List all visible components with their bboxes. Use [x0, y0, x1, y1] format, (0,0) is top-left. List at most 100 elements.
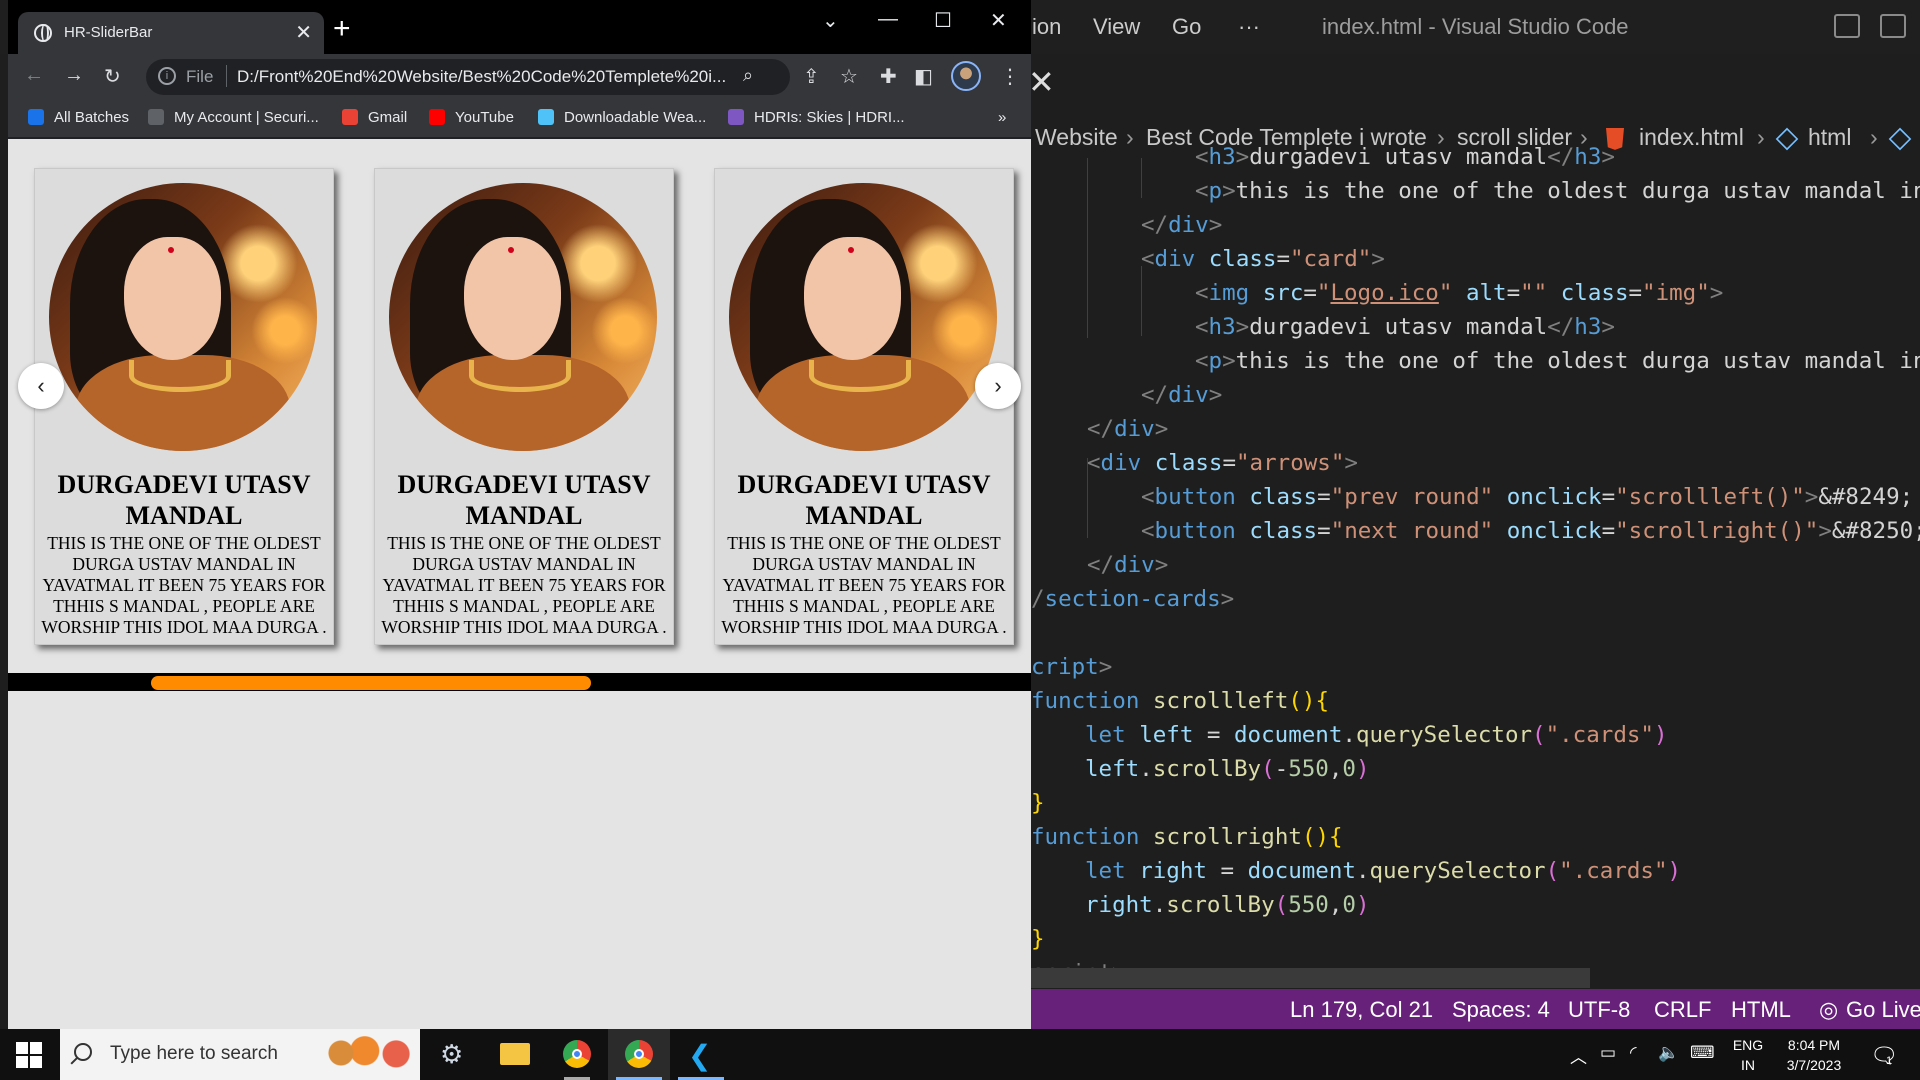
prev-button[interactable]: ‹ — [18, 363, 64, 409]
status-golive[interactable]: Go Live — [1846, 997, 1920, 1023]
url-scheme: File — [186, 67, 214, 86]
code-line: /section-cards> — [1031, 586, 1235, 612]
durga-image — [49, 183, 317, 451]
bookmark-star-icon[interactable]: ☆ — [840, 64, 858, 89]
breadcrumb-item[interactable]: index.html — [1639, 124, 1744, 151]
code-line: </div> — [1141, 382, 1223, 408]
close-tab-icon[interactable]: ✕ — [295, 20, 312, 45]
close-window-button[interactable]: ✕ — [990, 8, 1007, 33]
bookmark-label: Downloadable Wea... — [564, 109, 707, 126]
divider — [226, 65, 227, 87]
slider-scrollbar-thumb[interactable] — [151, 676, 592, 690]
wifi-icon[interactable]: ◜ — [1630, 1043, 1637, 1063]
next-button[interactable]: › — [975, 363, 1021, 409]
status-indentation[interactable]: Spaces: 4 — [1452, 997, 1550, 1023]
bookmark-item[interactable]: HDRIs: Skies | HDRI... — [728, 109, 905, 126]
status-encoding[interactable]: UTF-8 — [1568, 997, 1630, 1023]
language-code: ENG — [1732, 1037, 1764, 1053]
side-panel-icon[interactable]: ◧ — [914, 64, 933, 89]
bookmarks-overflow-icon[interactable]: » — [998, 109, 1006, 126]
code-line: <p>this is the one of the oldest durga u… — [1195, 348, 1920, 374]
file-explorer-icon[interactable] — [484, 1029, 546, 1080]
code-line: <img src="Logo.ico" alt="" class="img"> — [1195, 280, 1724, 306]
code-line: cript> — [1031, 654, 1113, 680]
volume-icon[interactable]: 🔈 — [1658, 1043, 1679, 1063]
language-indicator[interactable]: ENG IN — [1726, 1035, 1770, 1075]
region-code: IN — [1741, 1057, 1755, 1073]
toggle-panel-icon[interactable] — [1880, 14, 1906, 38]
bookmark-item[interactable]: Gmail — [342, 109, 407, 126]
notifications-icon[interactable]: 🗨 — [1870, 1043, 1898, 1069]
code-line: </div> — [1141, 212, 1223, 238]
menu-selection[interactable]: ion — [1032, 14, 1061, 40]
breadcrumb-item[interactable]: Website — [1035, 124, 1118, 151]
chevron-up-icon[interactable]: ︿ — [1570, 1043, 1587, 1068]
info-icon[interactable]: i — [158, 67, 176, 85]
forward-icon[interactable]: → — [64, 64, 84, 87]
search-highlight-image — [322, 1035, 417, 1080]
chrome-active-app-icon[interactable] — [608, 1029, 670, 1080]
back-icon[interactable]: ← — [24, 64, 44, 87]
browser-tab[interactable]: HR-SliderBar ✕ — [18, 12, 324, 54]
breadcrumb-item[interactable]: html — [1808, 124, 1851, 151]
bookmark-item[interactable]: Downloadable Wea... — [538, 109, 706, 126]
clock-time: 8:04 PM — [1787, 1037, 1841, 1053]
globe-icon — [34, 24, 52, 42]
share-icon[interactable]: ⇪ — [803, 64, 820, 89]
maximize-button[interactable]: ☐ — [934, 8, 952, 33]
code-line: function scrollright(){ — [1031, 824, 1343, 850]
extensions-icon[interactable]: ✚ — [880, 64, 897, 89]
bookmark-favicon-icon — [28, 109, 44, 125]
bookmark-item[interactable]: YouTube — [429, 109, 514, 126]
symbol-icon — [1775, 124, 1799, 151]
taskbar-search-input[interactable]: Type here to search — [60, 1029, 420, 1080]
tab-search-icon[interactable]: ⌄ — [822, 8, 839, 33]
bookmark-label: YouTube — [455, 109, 514, 126]
close-editor-icon[interactable]: ✕ — [1028, 66, 1055, 98]
code-line: let right = document.querySelector(".car… — [1085, 858, 1682, 884]
chrome-window: HR-SliderBar ✕ + ⌄ — ☐ ✕ ← → ↻ i File D:… — [8, 0, 1031, 1029]
zoom-icon[interactable]: ⌕ — [743, 65, 753, 86]
bookmark-favicon-icon — [538, 109, 554, 125]
bookmark-label: Gmail — [368, 109, 408, 126]
kebab-menu-icon[interactable]: ⋮ — [1000, 64, 1020, 89]
code-line: } — [1031, 790, 1045, 816]
toggle-sidebar-icon[interactable] — [1834, 14, 1860, 38]
status-eol[interactable]: CRLF — [1654, 997, 1711, 1023]
slider-scrollbar-track[interactable] — [8, 673, 1031, 691]
menu-more[interactable]: ··· — [1238, 14, 1260, 40]
status-bar: Ln 179, Col 21 Spaces: 4 UTF-8 CRLF HTML… — [1030, 989, 1920, 1029]
menu-go[interactable]: Go — [1172, 14, 1201, 40]
bookmarks-bar: All Batches My Account | Securi... Gmail… — [8, 100, 1031, 138]
avatar[interactable] — [951, 61, 981, 91]
editor-horizontal-scrollbar[interactable] — [1030, 968, 1590, 988]
menu-view[interactable]: View — [1093, 14, 1140, 40]
new-tab-button[interactable]: + — [333, 14, 351, 44]
windows-start-icon[interactable] — [16, 1042, 42, 1068]
durga-image — [729, 183, 997, 451]
tab-title: HR-SliderBar — [64, 24, 153, 41]
symbol-icon — [1888, 124, 1912, 151]
address-bar[interactable]: i File D:/Front%20End%20Website/Best%20C… — [146, 59, 790, 95]
search-icon — [74, 1043, 92, 1061]
clock[interactable]: 8:04 PM 3/7/2023 — [1774, 1035, 1854, 1075]
code-line: function scrollleft(){ — [1031, 688, 1330, 714]
vscode-app-icon[interactable]: ❮ — [670, 1029, 732, 1080]
chevron-right-icon: › — [1870, 124, 1878, 150]
url-text[interactable]: D:/Front%20End%20Website/Best%20Code%20T… — [237, 67, 726, 87]
status-cursor-position[interactable]: Ln 179, Col 21 — [1290, 997, 1433, 1023]
bookmark-item[interactable]: My Account | Securi... — [148, 109, 319, 126]
code-line: </div> — [1087, 552, 1169, 578]
reload-icon[interactable]: ↻ — [104, 64, 121, 89]
chrome-app-icon[interactable] — [546, 1029, 608, 1080]
battery-icon[interactable]: ▭ — [1600, 1043, 1616, 1063]
notification-count: 1 — [1886, 1055, 1893, 1067]
minimize-button[interactable]: — — [878, 8, 898, 31]
settings-app-icon[interactable]: ⚙ — [422, 1029, 484, 1080]
youtube-icon — [429, 109, 445, 125]
card-title: durgadevi utasv mandal — [737, 470, 991, 530]
status-language[interactable]: HTML — [1731, 997, 1791, 1023]
keyboard-icon[interactable]: ⌨ — [1690, 1043, 1715, 1063]
bookmark-item[interactable]: All Batches — [28, 109, 129, 126]
clock-date: 3/7/2023 — [1786, 1057, 1842, 1073]
